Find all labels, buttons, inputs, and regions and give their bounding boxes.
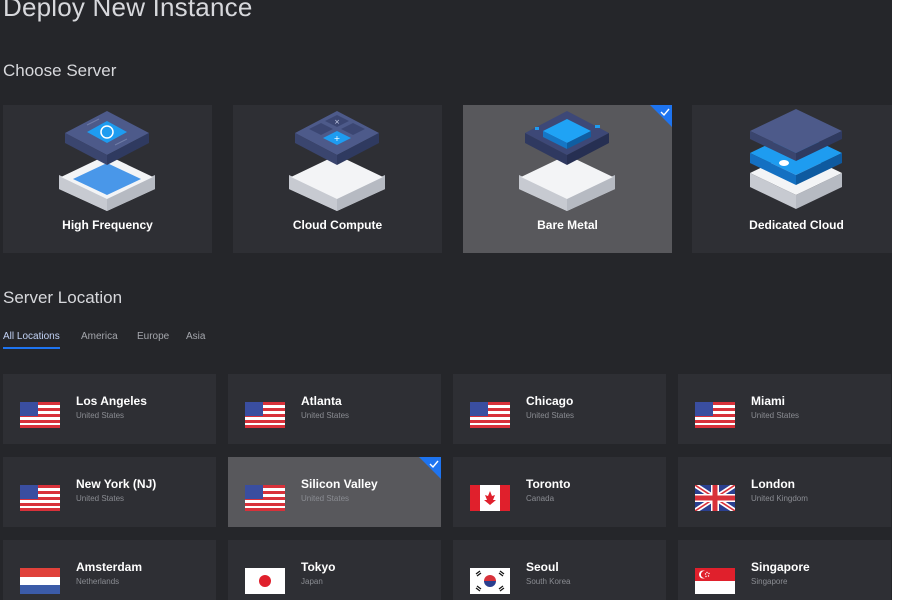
location-city: Silicon Valley <box>301 477 378 491</box>
selected-check-icon <box>650 105 672 127</box>
singapore-flag-icon <box>695 568 735 594</box>
location-card-new-york[interactable]: New York (NJ) United States <box>3 457 216 527</box>
server-location-heading: Server Location <box>3 288 123 307</box>
tab-asia[interactable]: Asia <box>186 331 205 347</box>
uk-flag-icon <box>695 485 735 511</box>
server-card-label: Cloud Compute <box>292 218 383 232</box>
us-flag-icon <box>20 485 60 511</box>
location-country: United Kingdom <box>751 494 808 503</box>
bare-metal-server-icon <box>519 111 615 211</box>
tab-europe[interactable]: Europe <box>137 331 169 347</box>
svg-text:+: + <box>334 134 341 143</box>
location-country: United States <box>301 411 350 420</box>
netherlands-flag-icon <box>20 568 60 594</box>
location-card-amsterdam[interactable]: Amsterdam Netherlands <box>3 540 216 600</box>
tab-america[interactable]: America <box>81 331 118 347</box>
location-country: Canada <box>526 494 555 503</box>
location-country: United States <box>751 411 800 420</box>
location-city: Los Angeles <box>76 394 147 408</box>
location-country: United States <box>526 411 575 420</box>
us-flag-icon <box>695 402 735 428</box>
location-country: United States <box>301 494 350 503</box>
location-card-toronto[interactable]: Toronto Canada <box>453 457 666 527</box>
location-city: Toronto <box>526 477 571 491</box>
location-country: United States <box>76 494 125 503</box>
location-card-london[interactable]: London United Kingdom <box>678 457 891 527</box>
server-card-bare-metal[interactable]: Bare Metal <box>463 105 672 253</box>
deploy-panel: Deploy New Instance Choose Server High F… <box>0 0 892 600</box>
tab-all-locations[interactable]: All Locations <box>3 331 60 349</box>
location-country: Singapore <box>751 577 788 586</box>
svg-text:×: × <box>334 118 340 126</box>
location-card-chicago[interactable]: Chicago United States <box>453 374 666 444</box>
server-card-cloud-compute[interactable]: × + Cloud Compute <box>233 105 442 253</box>
location-country: South Korea <box>526 577 571 586</box>
us-flag-icon <box>245 485 285 511</box>
location-card-miami[interactable]: Miami United States <box>678 374 891 444</box>
selected-check-icon <box>419 457 441 479</box>
canada-flag-icon <box>470 485 510 511</box>
server-card-label: Bare Metal <box>537 218 598 232</box>
location-city: Chicago <box>526 394 574 408</box>
us-flag-icon <box>245 402 285 428</box>
location-city: Seoul <box>526 560 559 574</box>
location-city: Atlanta <box>301 394 342 408</box>
location-country: Netherlands <box>76 577 120 586</box>
location-city: Tokyo <box>301 560 336 574</box>
us-flag-icon <box>20 402 60 428</box>
server-card-dedicated-cloud[interactable]: Dedicated Cloud <box>692 105 892 253</box>
japan-flag-icon <box>245 568 285 594</box>
location-card-atlanta[interactable]: Atlanta United States <box>228 374 441 444</box>
location-city: Singapore <box>751 560 810 574</box>
location-card-tokyo[interactable]: Tokyo Japan <box>228 540 441 600</box>
server-card-label: Dedicated Cloud <box>749 218 844 232</box>
choose-server-heading: Choose Server <box>3 61 117 80</box>
window-edge <box>892 0 900 600</box>
location-card-singapore[interactable]: Singapore Singapore <box>678 540 891 600</box>
location-card-los-angeles[interactable]: Los Angeles United States <box>3 374 216 444</box>
server-card-high-frequency[interactable]: High Frequency <box>3 105 212 253</box>
south-korea-flag-icon <box>470 568 510 594</box>
location-card-silicon-valley[interactable]: Silicon Valley United States <box>228 457 441 527</box>
cloud-compute-server-icon: × + <box>289 111 385 211</box>
us-flag-icon <box>470 402 510 428</box>
page-title: Deploy New Instance <box>3 0 253 22</box>
location-card-seoul[interactable]: Seoul South Korea <box>453 540 666 600</box>
location-city: New York (NJ) <box>76 477 157 491</box>
location-city: London <box>751 477 795 491</box>
location-country: Japan <box>301 577 323 586</box>
high-frequency-server-icon <box>59 111 155 211</box>
location-country: United States <box>76 411 125 420</box>
server-card-label: High Frequency <box>62 218 153 232</box>
location-city: Amsterdam <box>76 560 143 574</box>
location-city: Miami <box>751 394 786 408</box>
dedicated-cloud-server-icon <box>750 109 842 209</box>
